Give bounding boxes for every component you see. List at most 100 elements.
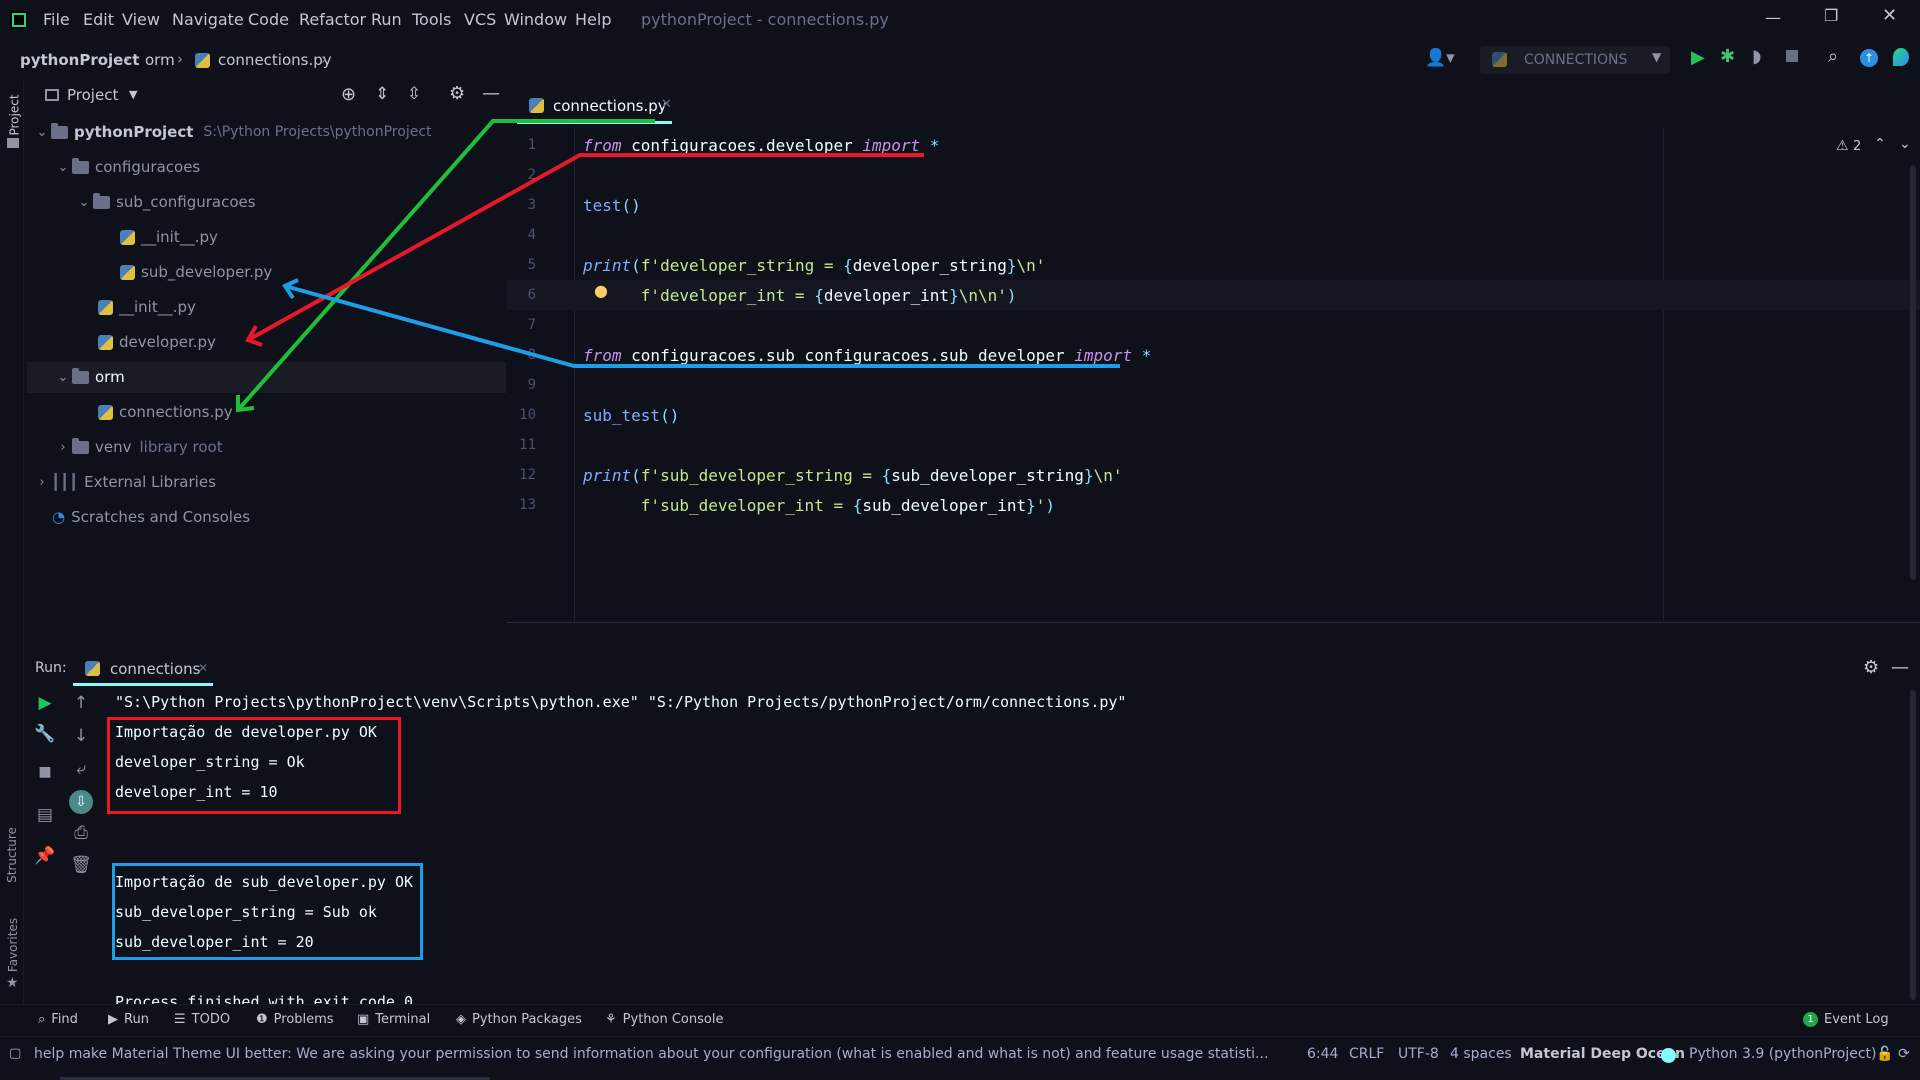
menu-help[interactable]: Help (575, 10, 611, 29)
hide-panel-icon[interactable]: — (1891, 657, 1909, 678)
code-line-3: test() (583, 196, 641, 215)
search-icon[interactable]: ⌕ (1828, 46, 1838, 67)
line-number: 8 (527, 347, 536, 363)
bottom-tab-run[interactable]: ▶ Run (108, 1012, 149, 1027)
side-tab-favorites[interactable]: Favorites (6, 918, 20, 972)
side-tab-structure[interactable]: Structure (5, 827, 19, 883)
bottom-tab-python-packages[interactable]: ◈ Python Packages (456, 1012, 582, 1027)
trash-icon[interactable]: 🗑 (69, 855, 93, 875)
tree-item-sub-configuracoes[interactable]: ⌄ sub_configuracoes (75, 187, 256, 217)
menu-window[interactable]: Window (504, 10, 567, 29)
menu-run[interactable]: Run (371, 10, 402, 29)
coverage-icon[interactable]: ◗ (1752, 46, 1761, 67)
hide-panel-icon[interactable]: — (482, 83, 500, 104)
navigation-bar: pythonProject › orm › connections.py › 👤… (0, 40, 1920, 80)
editor-scrollbar[interactable] (1910, 165, 1916, 580)
breadcrumb-file[interactable]: connections.py (218, 51, 332, 69)
status-encoding[interactable]: UTF-8 (1398, 1046, 1439, 1062)
menu-view[interactable]: View (122, 10, 160, 29)
pin-icon[interactable]: 📌 (33, 846, 57, 866)
expand-all-icon[interactable]: ⇕ (375, 84, 389, 104)
print-icon[interactable]: ⎙ (69, 823, 93, 843)
status-message[interactable]: help make Material Theme UI better: We a… (34, 1046, 1269, 1062)
status-indent[interactable]: 4 spaces (1450, 1046, 1512, 1062)
minimize-button[interactable]: — (1765, 8, 1781, 27)
tree-item-init-sub[interactable]: __init__.py (120, 222, 218, 252)
tree-item-sub-developer[interactable]: sub_developer.py (120, 257, 272, 287)
close-tab-icon[interactable]: ✕ (198, 661, 208, 675)
bottom-tab-terminal[interactable]: ▣ Terminal (357, 1012, 430, 1027)
tree-item-connections[interactable]: connections.py (98, 397, 233, 427)
collapse-all-icon[interactable]: ⇳ (407, 84, 421, 104)
run-icon[interactable]: ▶ (1691, 47, 1705, 68)
stop-icon[interactable] (1786, 50, 1798, 62)
project-panel-title[interactable]: Project (67, 86, 118, 104)
down-arrow-icon[interactable]: ↓ (69, 726, 93, 746)
next-highlight-icon[interactable]: ⌄ (1899, 136, 1911, 152)
debug-icon[interactable]: ✱ (1720, 46, 1735, 67)
restore-button[interactable]: ❐ (1824, 6, 1838, 25)
breadcrumb-folder[interactable]: orm (145, 51, 175, 69)
tree-root[interactable]: ⌄ pythonProject S:\Python Projects\pytho… (33, 117, 432, 147)
breadcrumb-separator-icon: › (177, 50, 183, 68)
layout-icon[interactable]: ▤ (33, 805, 57, 825)
bottom-tab-find[interactable]: ⌕ Find (38, 1012, 78, 1027)
tree-item-developer[interactable]: developer.py (98, 327, 216, 357)
tree-item-orm[interactable]: ⌄ orm (54, 362, 125, 392)
stop-icon[interactable]: ■ (33, 764, 57, 780)
editor-tab-connections[interactable]: connections.py ✕ (517, 90, 672, 124)
wrench-icon[interactable]: 🔧 (33, 724, 57, 744)
folder-icon (51, 122, 68, 139)
tree-item-scratches[interactable]: ◔ Scratches and Consoles (52, 502, 250, 532)
close-tab-icon[interactable]: ✕ (661, 97, 672, 112)
run-tab-connections[interactable]: connections ✕ (73, 652, 213, 686)
soft-wrap-icon[interactable]: ⤶ (69, 759, 93, 779)
python-icon (1492, 52, 1507, 67)
menu-vcs[interactable]: VCS (464, 10, 496, 29)
run-config-dropdown[interactable]: CONNECTIONS ▼ (1480, 46, 1670, 74)
lock-icon[interactable]: 🔓 (1876, 1046, 1893, 1062)
locate-icon[interactable]: ⊕ (341, 84, 356, 105)
menu-file[interactable]: File (43, 10, 70, 29)
scratches-icon: ◔ (52, 508, 66, 526)
breadcrumb-project[interactable]: pythonProject (20, 51, 139, 69)
toolbox-icon[interactable] (1893, 48, 1909, 66)
rerun-icon[interactable]: ▶ (33, 693, 57, 713)
tree-item-configuracoes[interactable]: ⌄ configuracoes (54, 152, 200, 182)
close-window-button[interactable]: ✕ (1882, 5, 1897, 26)
tree-item-external-libraries[interactable]: › ┃┃┃ External Libraries (33, 467, 216, 497)
menu-tools[interactable]: Tools (412, 10, 451, 29)
bottom-tab-python-console[interactable]: ⚘ Python Console (605, 1012, 723, 1027)
update-icon[interactable]: ↑ (1860, 49, 1878, 67)
menu-code[interactable]: Code (248, 10, 289, 29)
chevron-down-icon[interactable]: ▼ (129, 88, 137, 101)
bottom-tab-label: Problems (273, 1012, 334, 1027)
settings-sync-icon[interactable]: ⟳ (1898, 1046, 1910, 1062)
tree-item-venv[interactable]: › venv library root (54, 432, 223, 462)
bottom-tab-problems[interactable]: ❶ Problems (256, 1012, 334, 1027)
up-arrow-icon[interactable]: ↑ (69, 693, 93, 713)
chevron-down-icon: ⌄ (57, 159, 69, 175)
gear-icon[interactable]: ⚙ (1863, 657, 1879, 678)
warning-icon[interactable]: ⚠ (1836, 138, 1849, 154)
user-icon[interactable]: 👤▾ (1425, 48, 1455, 68)
status-interpreter[interactable]: Python 3.9 (pythonProject) (1689, 1046, 1877, 1062)
bottom-tab-label: Python Console (622, 1012, 724, 1027)
menu-refactor[interactable]: Refactor (299, 10, 366, 29)
bottom-tab-event-log[interactable]: 1 Event Log (1803, 1012, 1889, 1027)
menu-navigate[interactable]: Navigate (172, 10, 244, 29)
tree-item-init-config[interactable]: __init__.py (98, 292, 196, 322)
menu-edit[interactable]: Edit (83, 10, 114, 29)
console-scrollbar[interactable] (1910, 690, 1916, 1000)
gear-icon[interactable]: ⚙ (449, 83, 465, 104)
tree-root-path: S:\Python Projects\pythonProject (203, 124, 432, 140)
side-tab-project[interactable]: Project (8, 94, 22, 135)
status-layout-icon[interactable]: ▢ (9, 1046, 21, 1061)
status-line-separator[interactable]: CRLF (1349, 1046, 1384, 1062)
bottom-tab-todo[interactable]: ☰ TODO (174, 1012, 230, 1027)
previous-highlight-icon[interactable]: ⌃ (1874, 136, 1886, 152)
list-icon: ☰ (174, 1012, 186, 1027)
line-number: 9 (527, 377, 536, 393)
scroll-to-end-icon[interactable]: ⇩ (69, 790, 93, 814)
status-cursor-position[interactable]: 6:44 (1307, 1046, 1338, 1062)
